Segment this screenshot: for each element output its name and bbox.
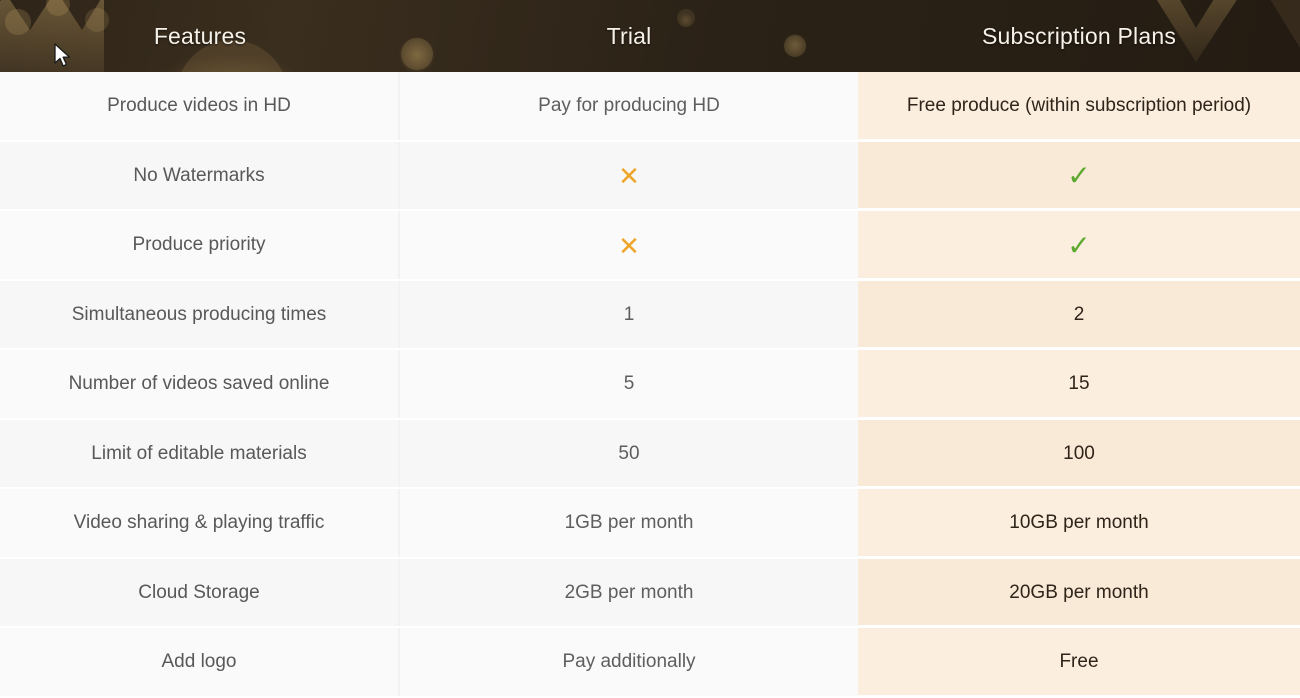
- cell-feature: Limit of editable materials: [0, 419, 400, 489]
- column-header-subscription-plans-label: Subscription Plans: [981, 22, 1177, 49]
- cell-plan: ✓: [858, 211, 1300, 281]
- cell-plan: Free produce (within subscription period…: [858, 72, 1300, 142]
- check-icon: ✓: [1067, 160, 1091, 192]
- cell-trial-value: Pay for producing HD: [538, 95, 720, 117]
- cell-trial: Pay additionally: [400, 628, 858, 698]
- table-row: No Watermarks ✕ ✓: [0, 141, 1300, 211]
- cell-plan: Free: [858, 628, 1300, 698]
- cell-trial: ✕: [400, 211, 858, 281]
- cell-trial-value: 2GB per month: [564, 581, 694, 603]
- cell-plan-value: 2: [1073, 303, 1085, 325]
- table-header: Features Trial Subscription Plans: [0, 0, 1300, 72]
- column-header-features: Features: [0, 0, 400, 72]
- cell-plan: 10GB per month: [858, 489, 1300, 559]
- feature-label: Number of videos saved online: [68, 373, 330, 395]
- cell-plan-value: 100: [1063, 442, 1095, 464]
- cell-plan: ✓: [858, 141, 1300, 211]
- cell-trial: 1GB per month: [400, 489, 858, 559]
- cross-icon: ✕: [618, 161, 640, 192]
- check-icon: ✓: [1067, 229, 1091, 261]
- feature-label: Produce priority: [132, 234, 266, 256]
- cell-trial: 1: [400, 280, 858, 350]
- cell-plan: 20GB per month: [858, 558, 1300, 628]
- cell-plan-value: Free: [1059, 651, 1099, 673]
- cell-feature: Cloud Storage: [0, 558, 400, 628]
- cell-feature: Number of videos saved online: [0, 350, 400, 420]
- table-row: Limit of editable materials 50 100: [0, 419, 1300, 489]
- cell-trial: 50: [400, 419, 858, 489]
- cell-plan-value: 15: [1068, 373, 1090, 395]
- column-header-trial-label: Trial: [606, 22, 652, 49]
- table-row: Produce priority ✕ ✓: [0, 211, 1300, 281]
- table-row: Add logo Pay additionally Free: [0, 628, 1300, 698]
- feature-label: Video sharing & playing traffic: [73, 512, 325, 534]
- cell-trial: 2GB per month: [400, 558, 858, 628]
- cell-trial-value: 50: [618, 442, 640, 464]
- table-body: Produce videos in HD Pay for producing HD…: [0, 72, 1300, 698]
- cell-feature: Video sharing & playing traffic: [0, 489, 400, 559]
- feature-label: Simultaneous producing times: [71, 303, 327, 325]
- cell-plan-value: Free produce (within subscription period…: [906, 95, 1252, 117]
- cell-feature: Add logo: [0, 628, 400, 698]
- cell-trial-value: 5: [623, 373, 635, 395]
- cell-feature: Simultaneous producing times: [0, 280, 400, 350]
- feature-label: Cloud Storage: [138, 581, 260, 603]
- table-row: Number of videos saved online 5 15: [0, 350, 1300, 420]
- cell-trial-value: Pay additionally: [562, 651, 696, 673]
- feature-label: Limit of editable materials: [91, 442, 307, 464]
- cell-plan-value: 20GB per month: [1009, 581, 1149, 603]
- cell-trial-value: 1GB per month: [564, 512, 694, 534]
- column-header-subscription-plans: Subscription Plans: [858, 0, 1300, 72]
- column-header-trial: Trial: [400, 0, 858, 72]
- table-row: Produce videos in HD Pay for producing HD…: [0, 72, 1300, 142]
- feature-label: Produce videos in HD: [107, 95, 291, 117]
- cell-trial-value: 1: [623, 303, 635, 325]
- table-row: Cloud Storage 2GB per month 20GB per month: [0, 558, 1300, 628]
- feature-label: Add logo: [161, 651, 237, 673]
- cell-trial: 5: [400, 350, 858, 420]
- feature-label: No Watermarks: [133, 164, 265, 186]
- cell-plan: 2: [858, 280, 1300, 350]
- feature-comparison-table: Features Trial Subscription Plans Produc…: [0, 0, 1300, 698]
- table-row: Video sharing & playing traffic 1GB per m…: [0, 489, 1300, 559]
- column-header-features-label: Features: [153, 22, 247, 49]
- cell-trial: Pay for producing HD: [400, 72, 858, 142]
- cell-trial: ✕: [400, 141, 858, 211]
- table-row: Simultaneous producing times 1 2: [0, 280, 1300, 350]
- cell-plan: 100: [858, 419, 1300, 489]
- cell-plan: 15: [858, 350, 1300, 420]
- cell-feature: Produce videos in HD: [0, 72, 400, 142]
- cell-feature: Produce priority: [0, 211, 400, 281]
- cell-feature: No Watermarks: [0, 141, 400, 211]
- cell-plan-value: 10GB per month: [1009, 512, 1149, 534]
- cross-icon: ✕: [618, 230, 640, 261]
